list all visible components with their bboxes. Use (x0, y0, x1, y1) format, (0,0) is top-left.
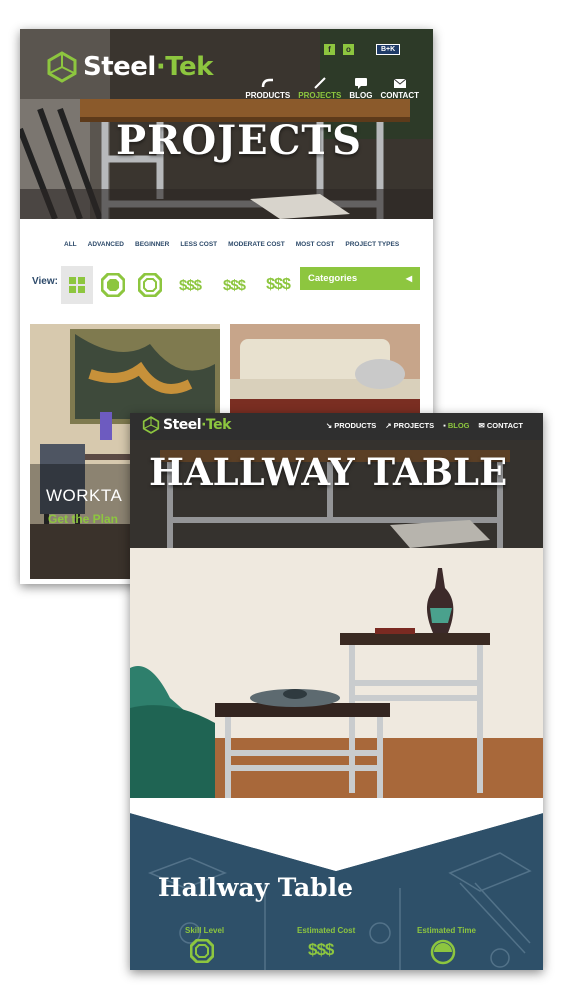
view-all-button[interactable] (61, 266, 93, 304)
logo-text-tek: Tek (205, 417, 232, 433)
filter-moderate-cost[interactable]: MODERATE COST (228, 241, 285, 248)
skill-octagon-icon (190, 939, 214, 963)
projects-hero: Steel·Tek f o B+K PRODUCTS PROJECTS BLOG (20, 29, 433, 219)
site-header: Steel·Tek ↘ PRODUCTS ↗ PROJECTS ▪ BLOG ✉… (130, 413, 543, 440)
nav-products-label: PRODUCTS (245, 91, 291, 100)
estimated-cost-value: $$$ (308, 940, 334, 959)
filter-all[interactable]: ALL (64, 241, 77, 248)
estimated-time-label: Estimated Time (417, 926, 476, 935)
hallway-hero: HALLWAY TABLE (130, 440, 543, 548)
chat-bubble-icon (354, 78, 367, 89)
wrench-icon: ↗ (385, 421, 394, 430)
blueprint-background (130, 798, 543, 970)
view-beginner-button[interactable] (134, 266, 166, 304)
view-advanced-button[interactable] (97, 266, 129, 304)
instagram-icon[interactable]: o (343, 44, 354, 55)
nav-products[interactable]: ↘ PRODUCTS (326, 421, 376, 430)
less-cost-dollars: $$$ (178, 276, 202, 294)
grid-icon (69, 277, 85, 293)
sofa-photo (230, 324, 420, 424)
project-thumb-sofa-table[interactable] (230, 324, 420, 424)
clock-pie-icon (430, 939, 456, 965)
envelope-icon: ✉ (478, 421, 487, 430)
nav-contact-label: CONTACT (486, 421, 523, 430)
project-info-panel (130, 753, 543, 970)
project-title: Hallway Table (158, 873, 354, 902)
filter-tabs: ALL ADVANCED BEGINNER LESS COST MODERATE… (64, 241, 410, 248)
view-most-cost-button[interactable]: $$$ (258, 266, 298, 304)
main-nav-small: ↘ PRODUCTS ↗ PROJECTS ▪ BLOG ✉ CONTACT (326, 421, 523, 430)
categories-label: Categories (308, 273, 358, 284)
nav-blog[interactable]: BLOG (349, 77, 372, 100)
filter-project-types[interactable]: PROJECT TYPES (345, 241, 399, 248)
page-title: PROJECTS (116, 117, 363, 164)
hero-title: HALLWAY TABLE (149, 450, 508, 494)
logo-text-steel: Steel (163, 417, 202, 433)
skill-level-label: Skill Level (185, 926, 225, 935)
view-label: View: (32, 276, 58, 287)
nav-projects[interactable]: PROJECTS (298, 77, 341, 100)
view-row: View: $$$ $$$ $$$ Categories ◀ (32, 266, 422, 304)
nav-products-label: PRODUCTS (334, 421, 377, 430)
hexagon-cube-icon (142, 416, 160, 434)
main-nav: PRODUCTS PROJECTS BLOG CONTACT (245, 77, 419, 100)
hallway-table-page-screenshot: Steel·Tek ↘ PRODUCTS ↗ PROJECTS ▪ BLOG ✉… (130, 413, 543, 970)
get-plan-link[interactable]: Get the Plan (48, 512, 118, 526)
nav-contact[interactable]: CONTACT (380, 77, 419, 100)
facebook-icon[interactable]: f (324, 44, 335, 55)
filter-beginner[interactable]: BEGINNER (135, 241, 169, 248)
caret-left-icon: ◀ (405, 274, 412, 283)
filter-less-cost[interactable]: LESS COST (180, 241, 217, 248)
pipe-fitting-icon: ↘ (325, 421, 335, 430)
logo-text-tek: Tek (165, 52, 213, 82)
logo-text-steel: Steel (83, 52, 156, 82)
pipe-fitting-icon (261, 78, 273, 88)
nav-blog-label: BLOG (349, 91, 373, 100)
estimated-cost-label: Estimated Cost (297, 926, 356, 935)
nav-projects-label: PROJECTS (393, 421, 435, 430)
nav-blog[interactable]: ▪ BLOG (443, 421, 469, 430)
nav-contact[interactable]: ✉ CONTACT (479, 421, 523, 430)
filter-advanced[interactable]: ADVANCED (88, 241, 124, 248)
nav-contact-label: CONTACT (380, 91, 419, 100)
steeltek-logo-small[interactable]: Steel·Tek (142, 416, 231, 434)
wrench-icon (314, 77, 326, 89)
hexagon-cube-icon (47, 51, 77, 83)
worktable-title: WORKTA (46, 486, 123, 505)
view-less-cost-button[interactable]: $$$ (170, 266, 210, 304)
most-cost-dollars: $$$ (266, 276, 291, 293)
filter-most-cost[interactable]: MOST COST (296, 241, 335, 248)
social-links: f o B+K (324, 44, 401, 55)
nav-projects[interactable]: ↗ PROJECTS (385, 421, 434, 430)
octagon-advanced-icon (101, 273, 125, 297)
octagon-beginner-icon (138, 273, 162, 297)
partner-badge[interactable]: B+K (376, 44, 401, 55)
steeltek-logo[interactable]: Steel·Tek (46, 51, 213, 83)
nav-projects-label: PROJECTS (298, 91, 342, 100)
view-moderate-cost-button[interactable]: $$$ (214, 266, 254, 304)
nav-products[interactable]: PRODUCTS (245, 77, 290, 100)
envelope-icon (393, 78, 407, 88)
nav-blog-label: BLOG (447, 421, 470, 430)
categories-dropdown[interactable]: Categories ◀ (300, 267, 420, 290)
moderate-cost-dollars: $$$ (222, 276, 246, 294)
